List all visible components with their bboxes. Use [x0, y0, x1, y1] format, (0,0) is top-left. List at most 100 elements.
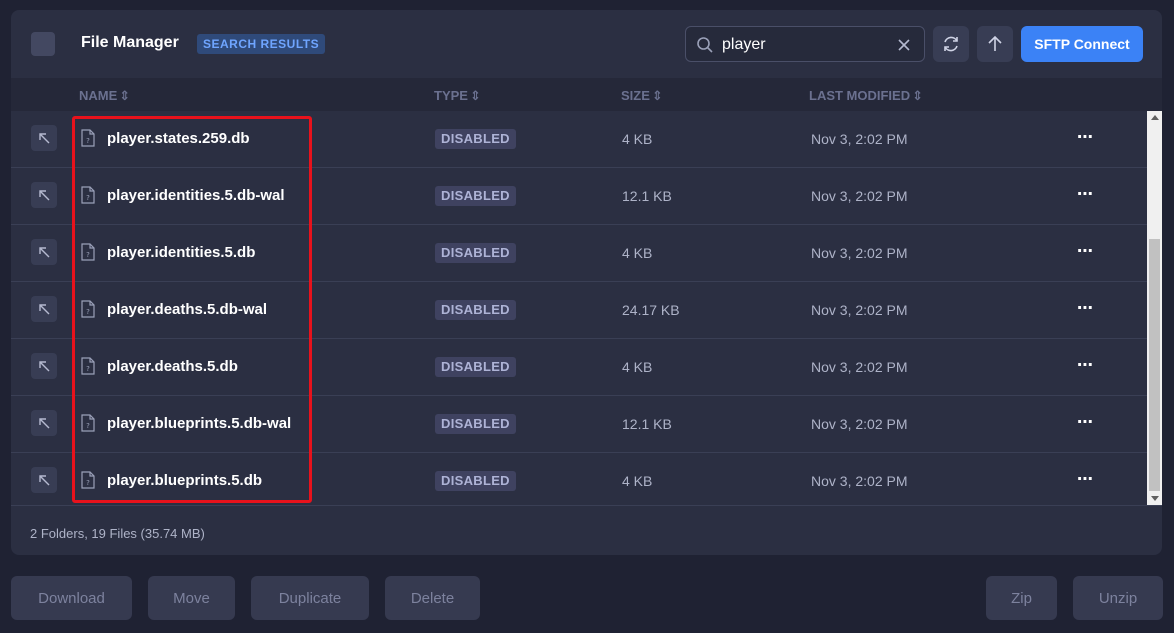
- file-size: 24.17 KB: [622, 302, 680, 318]
- column-size-label: SIZE: [621, 88, 650, 103]
- open-item-button[interactable]: [31, 239, 57, 265]
- select-all-checkbox[interactable]: [31, 32, 55, 56]
- file-size: 4 KB: [622, 131, 653, 147]
- file-list: ? player.states.259.db DISABLED 4 KB Nov 3, …: [11, 111, 1147, 505]
- svg-text:?: ?: [86, 137, 90, 145]
- file-size: 12.1 KB: [622, 416, 672, 432]
- column-type-header[interactable]: TYPE ⇕: [434, 88, 481, 104]
- file-unknown-icon: ?: [81, 243, 95, 261]
- more-horizontal-icon[interactable]: ⋯: [1077, 127, 1094, 147]
- scroll-down-arrow[interactable]: [1151, 496, 1159, 501]
- table-row[interactable]: ? player.states.259.db DISABLED 4 KB Nov 3, …: [11, 111, 1147, 168]
- svg-text:?: ?: [86, 365, 90, 373]
- refresh-icon: [944, 36, 958, 52]
- search-icon: [697, 37, 713, 53]
- file-name[interactable]: player.states.259.db: [107, 130, 250, 147]
- column-name-header[interactable]: NAME ⇕: [79, 88, 130, 104]
- file-modified: Nov 3, 2:02 PM: [811, 302, 908, 318]
- file-name[interactable]: player.deaths.5.db: [107, 358, 238, 375]
- open-item-button[interactable]: [31, 353, 57, 379]
- file-unknown-icon: ?: [81, 186, 95, 204]
- arrow-up-left-icon: [39, 133, 50, 144]
- upload-button[interactable]: [977, 26, 1013, 62]
- file-modified: Nov 3, 2:02 PM: [811, 473, 908, 489]
- scroll-up-arrow[interactable]: [1151, 115, 1159, 120]
- more-horizontal-icon[interactable]: ⋯: [1077, 355, 1094, 375]
- scroll-thumb[interactable]: [1149, 239, 1160, 491]
- open-item-button[interactable]: [31, 125, 57, 151]
- search-box[interactable]: [685, 26, 925, 62]
- scrollbar[interactable]: [1147, 111, 1162, 505]
- file-size: 4 KB: [622, 359, 653, 375]
- more-horizontal-icon[interactable]: ⋯: [1077, 241, 1094, 261]
- svg-text:?: ?: [86, 251, 90, 259]
- arrow-up-left-icon: [39, 475, 50, 486]
- svg-text:?: ?: [86, 194, 90, 202]
- file-name[interactable]: player.blueprints.5.db: [107, 472, 262, 489]
- unzip-button[interactable]: Unzip: [1073, 576, 1163, 620]
- type-badge: DISABLED: [435, 414, 516, 434]
- column-size-header[interactable]: SIZE ⇕: [621, 88, 663, 104]
- table-row[interactable]: ? player.deaths.5.db-wal DISABLED 24.17 KB N…: [11, 282, 1147, 339]
- open-item-button[interactable]: [31, 410, 57, 436]
- file-name[interactable]: player.identities.5.db: [107, 244, 255, 261]
- table-row[interactable]: ? player.identities.5.db DISABLED 4 KB Nov 3…: [11, 225, 1147, 282]
- delete-button[interactable]: Delete: [385, 576, 480, 620]
- svg-text:?: ?: [86, 308, 90, 316]
- file-name[interactable]: player.blueprints.5.db-wal: [107, 415, 291, 432]
- type-badge: DISABLED: [435, 300, 516, 320]
- duplicate-button[interactable]: Duplicate: [251, 576, 369, 620]
- file-unknown-icon: ?: [81, 300, 95, 318]
- header: File Manager SEARCH RESULTS player SFTP …: [11, 10, 1162, 78]
- file-name[interactable]: player.deaths.5.db-wal: [107, 301, 267, 318]
- column-type-label: TYPE: [434, 88, 468, 103]
- arrow-up-icon: [988, 35, 1002, 51]
- file-modified: Nov 3, 2:02 PM: [811, 131, 908, 147]
- file-size: 4 KB: [622, 245, 653, 261]
- file-size: 12.1 KB: [622, 188, 672, 204]
- move-button[interactable]: Move: [148, 576, 235, 620]
- more-horizontal-icon[interactable]: ⋯: [1077, 469, 1094, 489]
- table-header: NAME ⇕ TYPE ⇕ SIZE ⇕ LAST MODIFIED ⇕: [11, 78, 1162, 111]
- open-item-button[interactable]: [31, 182, 57, 208]
- sort-icon: ⇕: [469, 88, 481, 103]
- file-unknown-icon: ?: [81, 414, 95, 432]
- type-badge: DISABLED: [435, 186, 516, 206]
- page-title: File Manager: [81, 34, 179, 51]
- more-horizontal-icon[interactable]: ⋯: [1077, 298, 1094, 318]
- sort-icon: ⇕: [651, 88, 663, 103]
- file-unknown-icon: ?: [81, 357, 95, 375]
- file-modified: Nov 3, 2:02 PM: [811, 359, 908, 375]
- column-modified-header[interactable]: LAST MODIFIED ⇕: [809, 88, 923, 104]
- file-size: 4 KB: [622, 473, 653, 489]
- zip-button[interactable]: Zip: [986, 576, 1057, 620]
- open-item-button[interactable]: [31, 296, 57, 322]
- download-button[interactable]: Download: [11, 576, 132, 620]
- more-horizontal-icon[interactable]: ⋯: [1077, 412, 1094, 432]
- table-row[interactable]: ? player.identities.5.db-wal DISABLED 12.1 …: [11, 168, 1147, 225]
- file-unknown-icon: ?: [81, 471, 95, 489]
- arrow-up-left-icon: [39, 247, 50, 258]
- file-modified: Nov 3, 2:02 PM: [811, 245, 908, 261]
- table-row[interactable]: ? player.blueprints.5.db DISABLED 4 KB Nov 3…: [11, 453, 1147, 505]
- close-icon[interactable]: [896, 37, 912, 53]
- open-item-button[interactable]: [31, 467, 57, 493]
- refresh-button[interactable]: [933, 26, 969, 62]
- table-row[interactable]: ? player.blueprints.5.db-wal DISABLED 12.1 …: [11, 396, 1147, 453]
- svg-text:?: ?: [86, 422, 90, 430]
- more-horizontal-icon[interactable]: ⋯: [1077, 184, 1094, 204]
- arrow-up-left-icon: [39, 361, 50, 372]
- file-manager-panel: File Manager SEARCH RESULTS player SFTP …: [11, 10, 1162, 555]
- search-input[interactable]: [722, 33, 882, 57]
- search-results-badge: SEARCH RESULTS: [197, 34, 326, 54]
- table-row[interactable]: ? player.deaths.5.db DISABLED 4 KB Nov 3, 2:…: [11, 339, 1147, 396]
- file-modified: Nov 3, 2:02 PM: [811, 188, 908, 204]
- arrow-up-left-icon: [39, 190, 50, 201]
- footer: 2 Folders, 19 Files (35.74 MB): [11, 505, 1162, 555]
- sort-icon: ⇕: [119, 88, 131, 103]
- file-unknown-icon: ?: [81, 129, 95, 147]
- sftp-connect-button[interactable]: SFTP Connect: [1021, 26, 1143, 62]
- svg-text:?: ?: [86, 479, 90, 487]
- file-name[interactable]: player.identities.5.db-wal: [107, 187, 285, 204]
- arrow-up-left-icon: [39, 304, 50, 315]
